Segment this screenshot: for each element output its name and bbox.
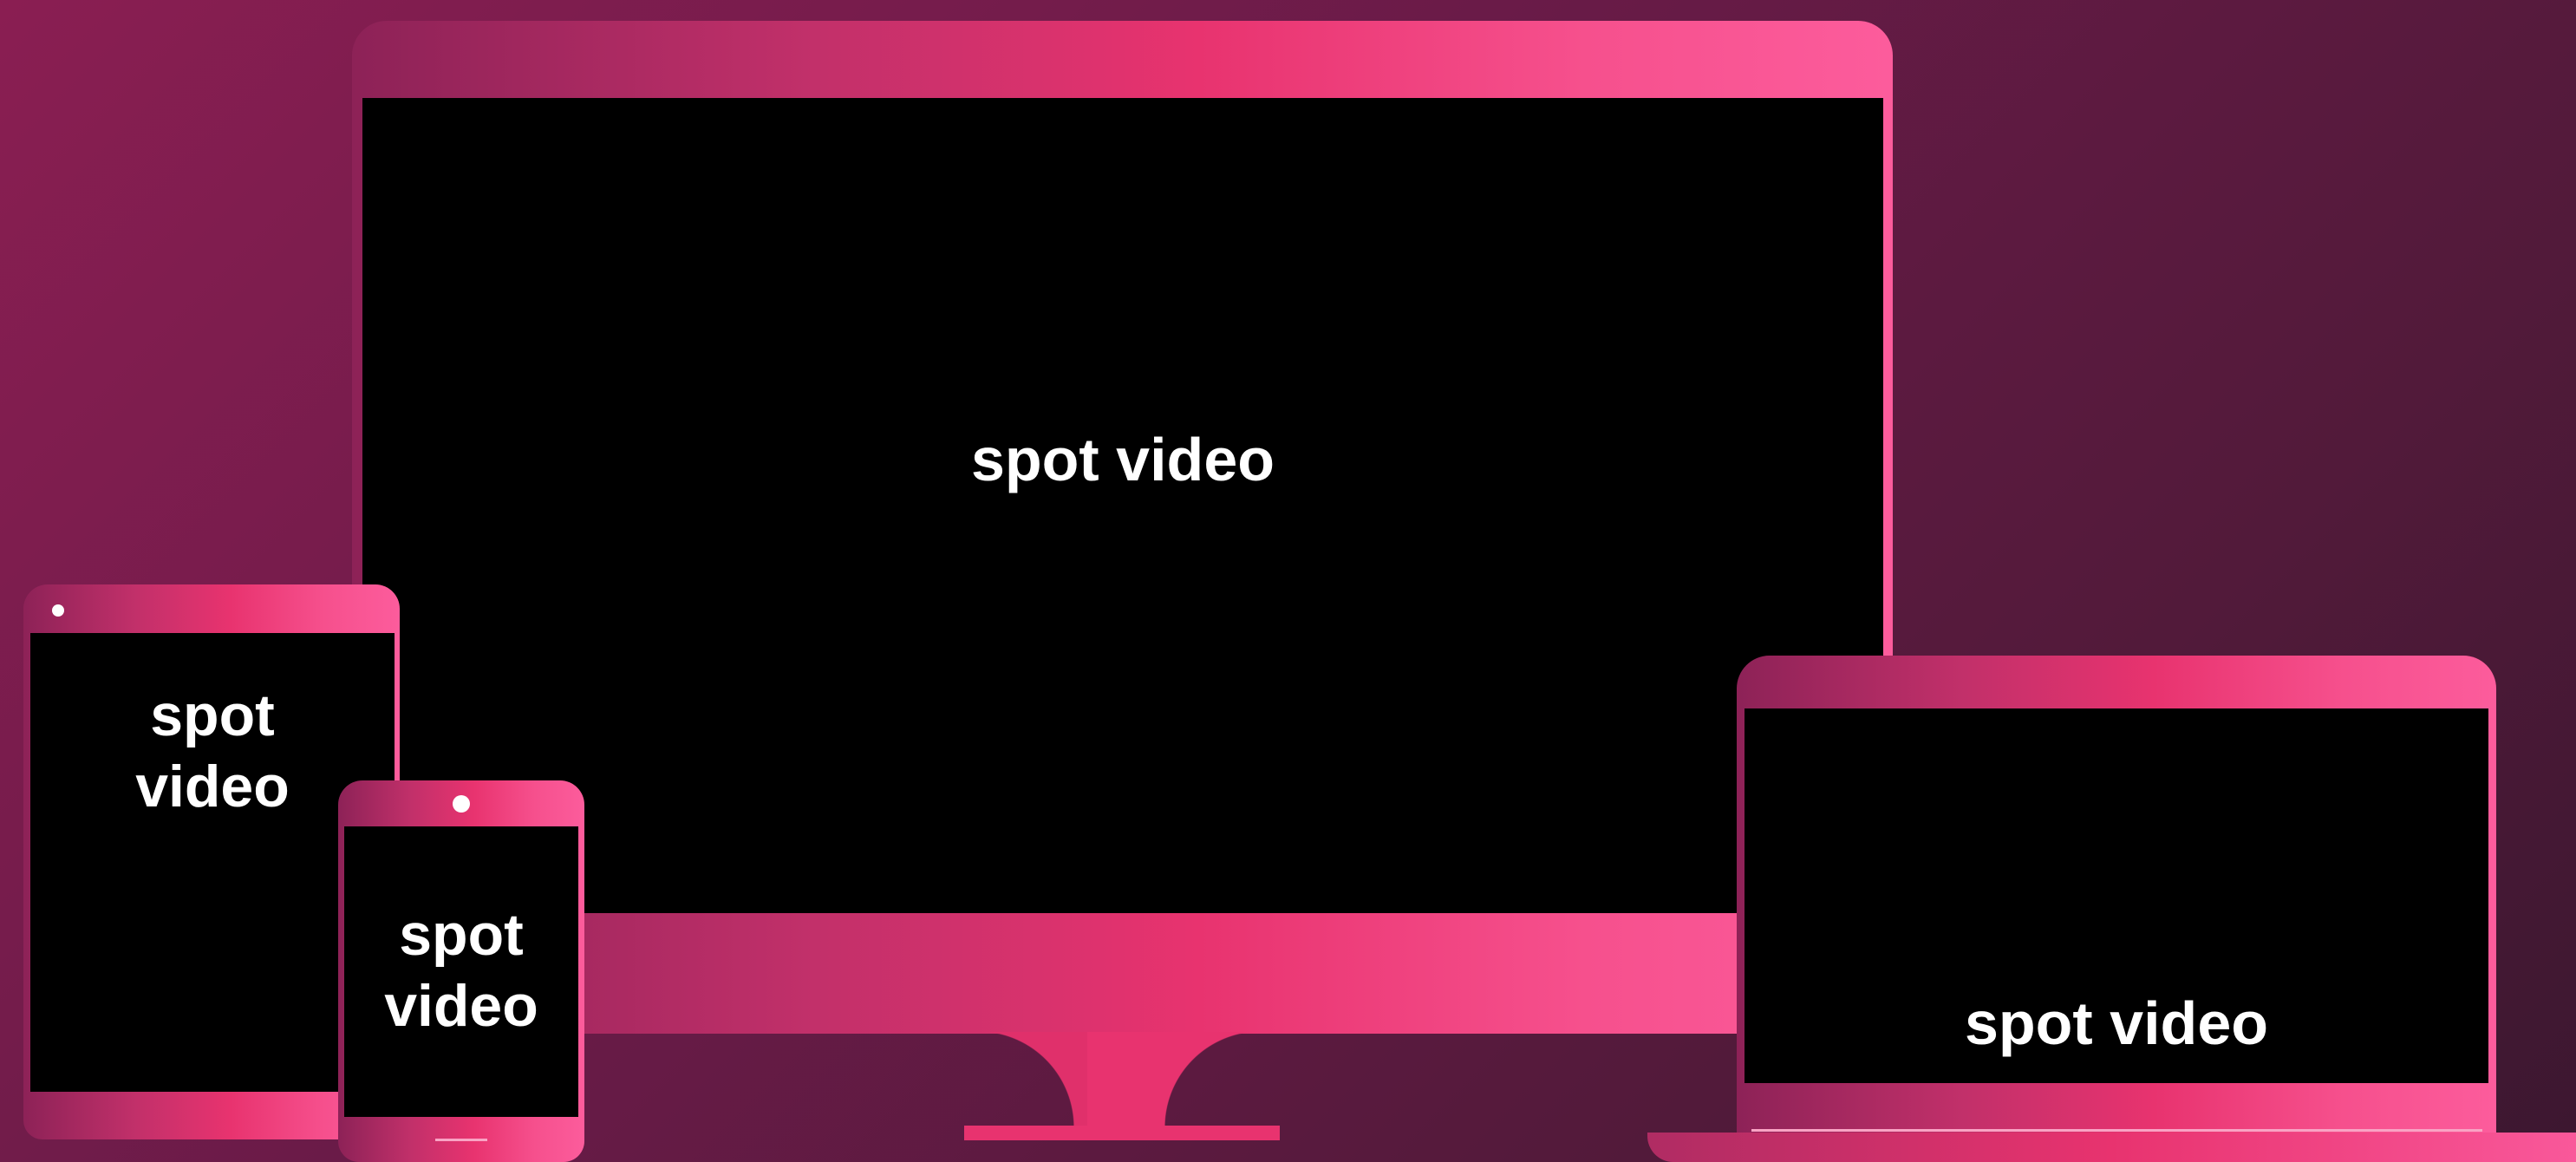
laptop-hinge-line <box>1751 1129 2482 1132</box>
phone-home-indicator <box>435 1139 487 1141</box>
phone-video-label: spot video <box>384 902 538 1039</box>
monitor-stand-right <box>1087 1032 1261 1127</box>
monitor-stand-base <box>964 1126 1280 1140</box>
laptop-video-label: spot video <box>1964 989 2269 1057</box>
monitor-screen[interactable] <box>362 98 1883 913</box>
camera-dot-icon <box>52 604 64 617</box>
camera-dot-icon <box>453 795 470 813</box>
laptop-base <box>1647 1133 2576 1162</box>
monitor-video-label: spot video <box>970 426 1275 493</box>
